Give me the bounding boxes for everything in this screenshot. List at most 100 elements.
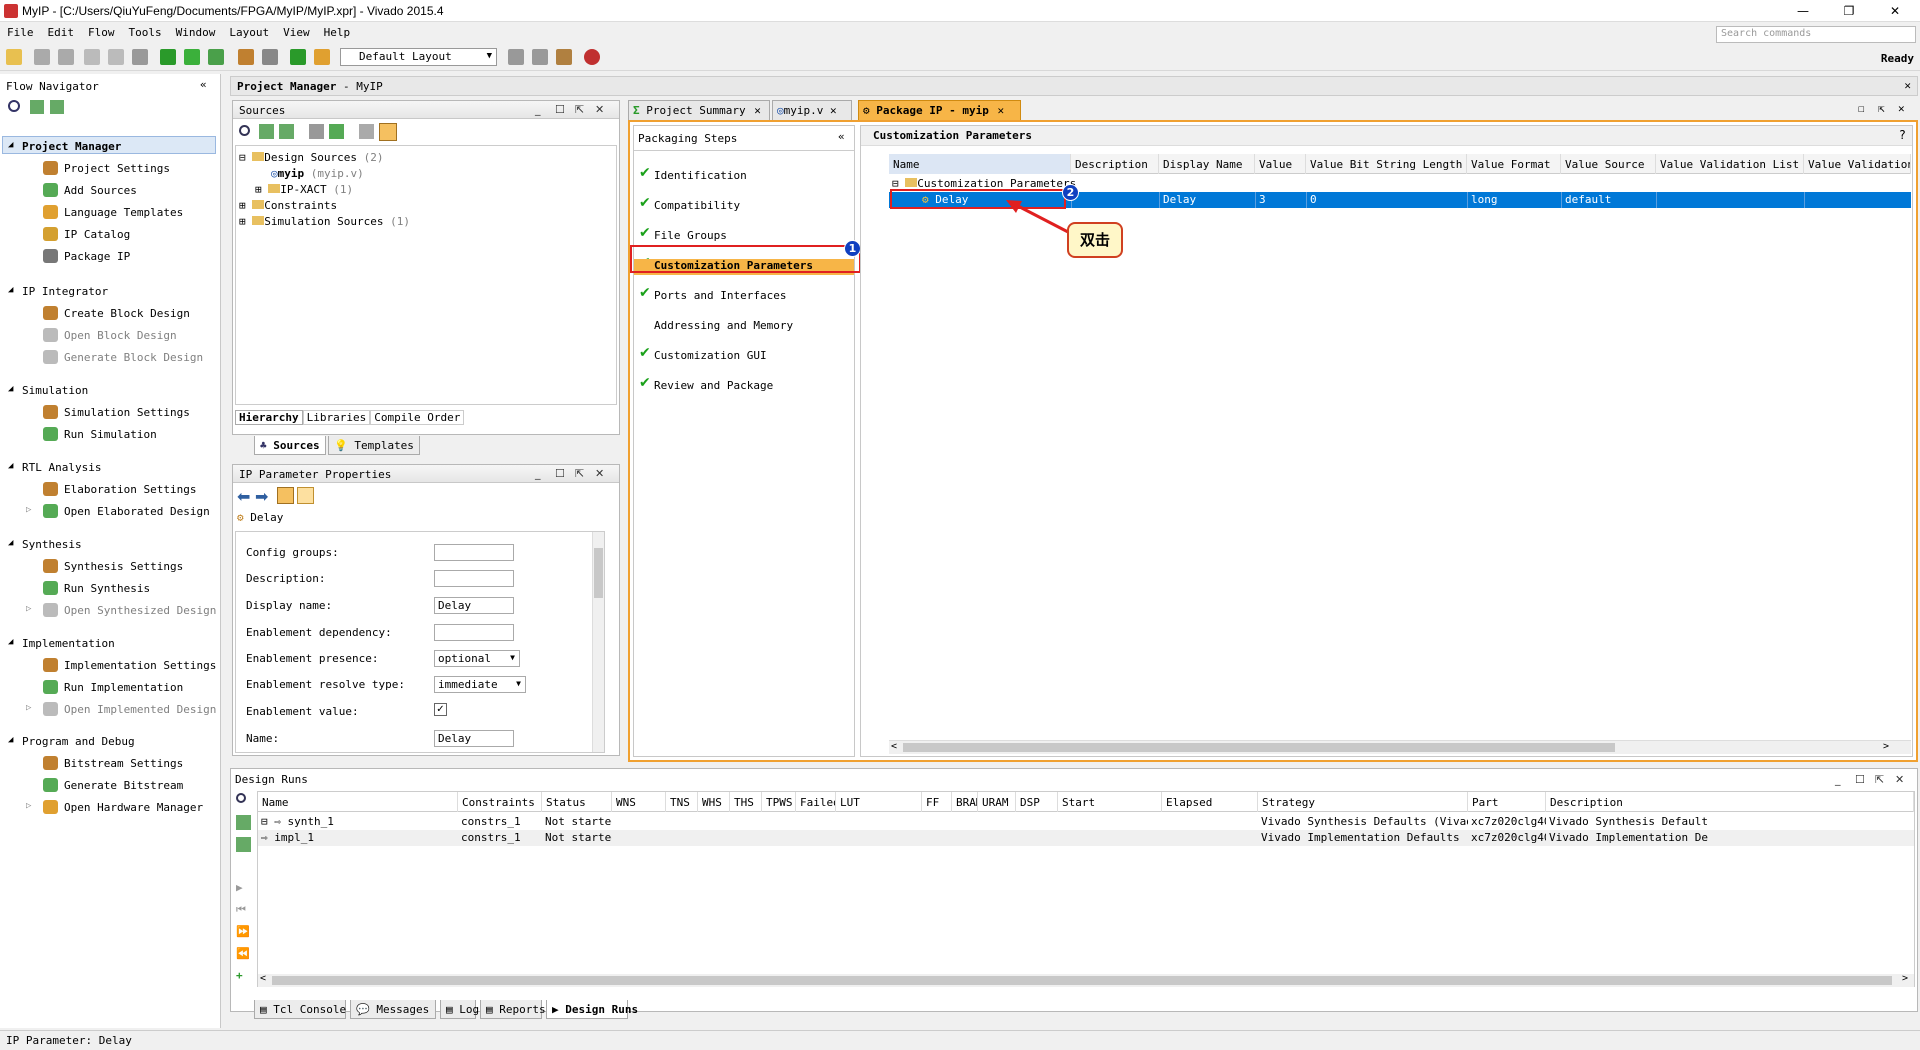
gear-icon[interactable] [277, 487, 294, 504]
delete-icon[interactable] [132, 49, 148, 65]
menu-layout[interactable]: Layout [222, 22, 276, 39]
tab-myip-v[interactable]: ◎myip.v ✕ [772, 100, 852, 120]
flow-item-package-ip[interactable]: Package IP [64, 250, 130, 263]
scroll-left-icon[interactable]: < [891, 741, 897, 752]
float-panel-icon[interactable]: ⇱ [1875, 773, 1884, 786]
flow-item-add-sources[interactable]: Add Sources [64, 184, 137, 197]
search-icon[interactable] [236, 793, 246, 803]
col-whs[interactable]: WHS [698, 792, 730, 812]
tab-project-summary[interactable]: Σ Project Summary ✕ [628, 100, 770, 120]
section-expand-icon[interactable]: ◢ [8, 140, 13, 150]
flow-item-open-synthesized-design[interactable]: Open Synthesized Design [64, 604, 216, 617]
scrollbar-thumb[interactable] [903, 743, 1615, 752]
col-dsp[interactable]: DSP [1016, 792, 1058, 812]
minimize-button[interactable]: — [1780, 0, 1826, 22]
col-wns[interactable]: WNS [612, 792, 666, 812]
tree-design-sources[interactable]: ⊟ Design Sources (2) [239, 151, 383, 164]
col-name[interactable]: Name [889, 154, 1071, 174]
flow-item-open-hardware-manager[interactable]: Open Hardware Manager [64, 801, 203, 814]
col-constraints[interactable]: Constraints [458, 792, 542, 812]
pin-icon[interactable] [556, 49, 572, 65]
flow-item-elaboration-settings[interactable]: Elaboration Settings [64, 483, 196, 496]
menu-edit[interactable]: Edit [41, 22, 82, 39]
flow-item-simulation-settings[interactable]: Simulation Settings [64, 406, 190, 419]
table-row[interactable]: ⊟ ⇨ synth_1 constrs_1 Not started Vivado Sy… [258, 814, 1914, 830]
search-commands-input[interactable]: Search commands [1716, 26, 1916, 43]
hierarchy-icon[interactable] [379, 123, 397, 141]
marker-icon[interactable] [532, 49, 548, 65]
tab-design-runs[interactable]: ▶ Design Runs [546, 1000, 638, 1019]
copy-icon[interactable] [84, 49, 100, 65]
menu-tools[interactable]: Tools [122, 22, 169, 39]
expand-icon[interactable]: ▷ [26, 801, 31, 811]
help-icon[interactable]: ? [1899, 128, 1906, 142]
float-panel-icon[interactable]: ⇱ [575, 467, 584, 480]
flow-item-open-elaborated-design[interactable]: Open Elaborated Design [64, 505, 210, 518]
collapse-all-icon[interactable] [236, 815, 251, 830]
col-name[interactable]: Name [258, 792, 458, 812]
section-expand-icon[interactable]: ◢ [8, 637, 13, 647]
maximize-panel-icon[interactable]: ☐ [555, 103, 565, 116]
step-file-groups[interactable]: File Groups [654, 229, 727, 242]
enablement-value-checkbox[interactable]: ✓ [434, 703, 447, 716]
flow-item-open-implemented-design[interactable]: Open Implemented Design [64, 703, 216, 716]
collapse-all-icon[interactable] [50, 100, 64, 114]
close-panel-icon[interactable]: ✕ [595, 467, 604, 480]
close-project-manager-icon[interactable]: ✕ [1904, 79, 1911, 92]
layout-select[interactable]: Default Layout ▼ [340, 48, 497, 66]
document-icon[interactable] [359, 124, 374, 139]
col-lut[interactable]: LUT [836, 792, 922, 812]
flow-item-synthesis-settings[interactable]: Synthesis Settings [64, 560, 183, 573]
tree-myip[interactable]: ◎myip (myip.v) [271, 167, 364, 180]
close-panel-icon[interactable]: ✕ [595, 103, 604, 116]
expand-icon[interactable]: ▷ [26, 703, 31, 713]
col-tpws[interactable]: TPWS [762, 792, 796, 812]
maximize-panel-icon[interactable]: ☐ [555, 467, 565, 480]
col-value-format[interactable]: Value Format [1467, 154, 1561, 174]
collapse-icon[interactable]: « [838, 130, 845, 143]
step-addressing-and-memory[interactable]: Addressing and Memory [654, 319, 793, 332]
search-icon[interactable] [8, 100, 20, 112]
next-icon[interactable]: ⏩ [236, 925, 250, 938]
col-start[interactable]: Start [1058, 792, 1162, 812]
section-synthesis[interactable]: Synthesis [22, 538, 82, 551]
paste-icon[interactable] [108, 49, 124, 65]
scrollbar-thumb[interactable] [594, 548, 603, 598]
col-value-bit-string-length[interactable]: Value Bit String Length [1306, 154, 1467, 174]
collapse-all-icon[interactable] [259, 124, 274, 139]
section-expand-icon[interactable]: ◢ [8, 538, 13, 548]
flow-item-generate-block-design[interactable]: Generate Block Design [64, 351, 203, 364]
section-ip-integrator[interactable]: IP Integrator [22, 285, 108, 298]
flow-item-ip-catalog[interactable]: IP Catalog [64, 228, 130, 241]
tab-sources[interactable]: ♣ Sources [254, 436, 326, 455]
close-tab-icon[interactable]: ✕ [997, 104, 1004, 117]
flow-item-language-templates[interactable]: Language Templates [64, 206, 183, 219]
minimize-panel-icon[interactable]: _ [535, 467, 541, 480]
tab-tcl-console[interactable]: ▤ Tcl Console [254, 1000, 346, 1019]
open-project-icon[interactable] [6, 49, 22, 65]
back-arrow-icon[interactable]: ⬅ [237, 487, 250, 506]
col-part[interactable]: Part [1468, 792, 1546, 812]
step-compatibility[interactable]: Compatibility [654, 199, 740, 212]
sigma-icon[interactable] [290, 49, 306, 65]
run-all-icon[interactable] [160, 49, 176, 65]
expand-icon[interactable]: ▷ [26, 505, 31, 515]
col-uram[interactable]: URAM [978, 792, 1016, 812]
description-input[interactable] [434, 570, 514, 587]
expand-all-icon[interactable] [279, 124, 294, 139]
enablement-resolve-select[interactable]: immediate ▼ [434, 676, 526, 693]
step-identification[interactable]: Identification [654, 169, 747, 182]
section-simulation[interactable]: Simulation [22, 384, 88, 397]
enablement-dependency-input[interactable] [434, 624, 514, 641]
section-expand-icon[interactable]: ◢ [8, 735, 13, 745]
scroll-left-icon[interactable]: < [260, 973, 266, 984]
col-value-validation[interactable]: Value Validation [1804, 154, 1911, 174]
close-panel-icon[interactable]: ✕ [1895, 773, 1904, 786]
section-expand-icon[interactable]: ◢ [8, 285, 13, 295]
maximize-panel-icon[interactable]: ☐ [1855, 773, 1865, 786]
scroll-right-icon[interactable]: > [1902, 973, 1908, 984]
flow-item-create-block-design[interactable]: Create Block Design [64, 307, 190, 320]
col-tns[interactable]: TNS [666, 792, 698, 812]
menu-window[interactable]: Window [169, 22, 223, 39]
scrollbar-thumb[interactable] [272, 976, 1892, 985]
